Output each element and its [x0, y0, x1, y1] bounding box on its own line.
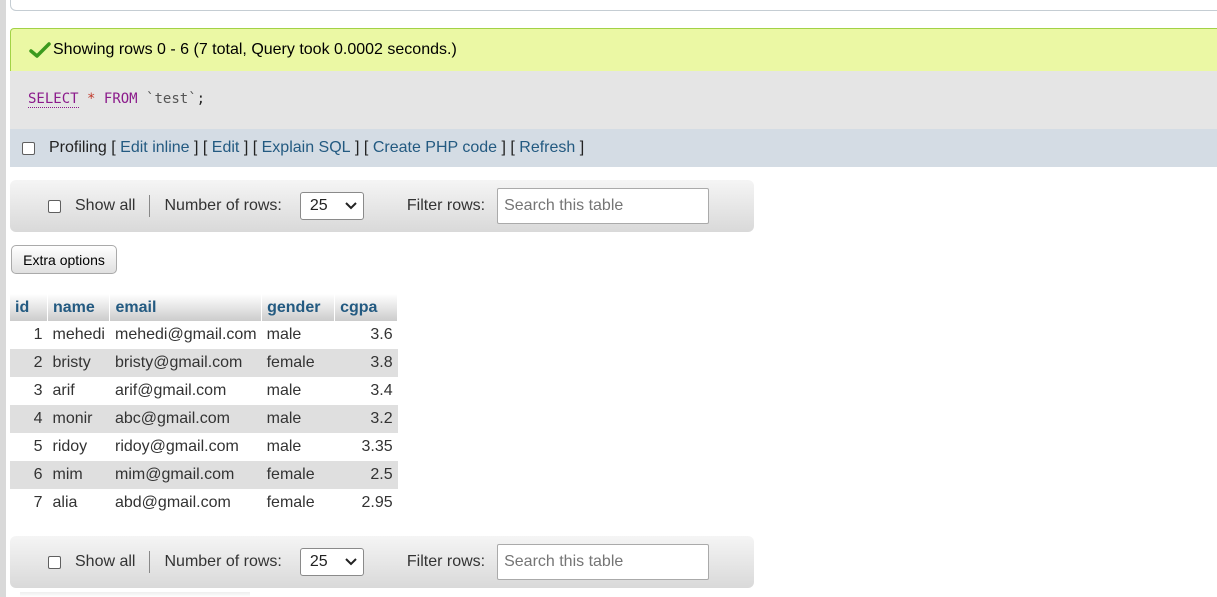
column-header-email[interactable]: email — [109, 294, 263, 321]
chevron-down-icon — [345, 202, 357, 210]
table-row[interactable]: 4 monir abc@gmail.com male 3.2 — [10, 405, 398, 433]
page-left-edge — [0, 0, 6, 597]
cell-id: 7 — [10, 489, 48, 517]
table-navigation-top: Show all Number of rows: 25 Filter rows: — [10, 180, 754, 232]
rows-value: 25 — [309, 197, 328, 214]
rows-value: 25 — [309, 553, 328, 570]
bottom-panel-edge — [20, 592, 250, 597]
chevron-down-icon — [345, 558, 357, 566]
column-header-name[interactable]: name — [47, 294, 111, 321]
cell-name: alia — [47, 489, 110, 517]
divider — [149, 551, 151, 573]
cell-name: arif — [47, 377, 110, 405]
cell-gender: male — [261, 405, 335, 433]
search-input[interactable] — [497, 188, 710, 224]
filter-rows-label: Filter rows: — [406, 197, 486, 214]
cell-gender: female — [261, 349, 335, 377]
table-row[interactable]: 1 mehedi mehedi@gmail.com male 3.6 — [10, 321, 398, 349]
refresh-link[interactable]: Refresh — [519, 139, 575, 157]
cell-cgpa: 2.95 — [334, 489, 398, 517]
sql-query: SELECT * FROM `test`; — [10, 71, 1217, 129]
cell-cgpa: 3.4 — [334, 377, 398, 405]
column-header-gender[interactable]: gender — [261, 294, 336, 321]
number-of-rows-select[interactable]: 25 — [299, 548, 364, 576]
number-of-rows-select[interactable]: 25 — [299, 192, 364, 220]
cell-email: bristy@gmail.com — [109, 349, 262, 377]
cell-id: 1 — [10, 321, 48, 349]
table-row[interactable]: 5 ridoy ridoy@gmail.com male 3.35 — [10, 433, 398, 461]
table-header-row: id name email gender cgpa — [10, 294, 399, 321]
extra-options-button[interactable]: Extra options — [11, 245, 117, 274]
cell-name: ridoy — [47, 433, 110, 461]
cell-cgpa: 3.8 — [334, 349, 398, 377]
cell-gender: male — [261, 377, 335, 405]
sql-table-name: `test` — [146, 91, 197, 107]
cell-email: mim@gmail.com — [109, 461, 262, 489]
edit-link[interactable]: Edit — [212, 139, 240, 157]
cell-name: mim — [47, 461, 110, 489]
search-input[interactable] — [497, 544, 710, 580]
edit-inline-link[interactable]: Edit inline — [120, 139, 189, 157]
divider — [149, 195, 151, 217]
show-all-label: Show all — [75, 553, 136, 570]
show-all-checkbox[interactable] — [48, 199, 61, 213]
cell-email: arif@gmail.com — [109, 377, 262, 405]
results-table: id name email gender cgpa 1 mehedi mehed… — [10, 294, 399, 517]
cell-email: ridoy@gmail.com — [109, 433, 262, 461]
profiling-bar: Profiling [ Edit inline ] [ Edit ] [ Exp… — [10, 129, 1217, 167]
cell-email: abc@gmail.com — [109, 405, 262, 433]
cell-name: mehedi — [47, 321, 110, 349]
success-text: Showing rows 0 - 6 (7 total, Query took … — [53, 41, 457, 58]
previous-panel — [10, 0, 1217, 11]
sql-star: * — [87, 91, 96, 107]
cell-cgpa: 3.6 — [334, 321, 398, 349]
table-row[interactable]: 7 alia abd@gmail.com female 2.95 — [10, 489, 398, 517]
column-header-id[interactable]: id — [10, 294, 48, 321]
cell-gender: female — [261, 461, 335, 489]
sql-from-keyword: FROM — [103, 91, 138, 107]
cell-id: 4 — [10, 405, 48, 433]
cell-id: 2 — [10, 349, 48, 377]
checkmark-icon — [29, 42, 51, 58]
sql-select-keyword[interactable]: SELECT — [28, 91, 79, 108]
table-navigation-bottom: Show all Number of rows: 25 Filter rows: — [10, 536, 754, 588]
create-php-code-link[interactable]: Create PHP code — [373, 139, 497, 157]
cell-gender: male — [261, 321, 335, 349]
profiling-label: Profiling — [49, 139, 107, 156]
table-row[interactable]: 2 bristy bristy@gmail.com female 3.8 — [10, 349, 398, 377]
cell-name: monir — [47, 405, 110, 433]
cell-name: bristy — [47, 349, 110, 377]
cell-gender: female — [261, 489, 335, 517]
cell-cgpa: 3.2 — [334, 405, 398, 433]
cell-gender: male — [261, 433, 335, 461]
column-header-cgpa[interactable]: cgpa — [334, 294, 399, 321]
cell-id: 5 — [10, 433, 48, 461]
sql-semicolon: ; — [196, 91, 206, 107]
cell-id: 6 — [10, 461, 48, 489]
profiling-checkbox[interactable] — [22, 141, 35, 155]
cell-email: mehedi@gmail.com — [109, 321, 262, 349]
success-message: Showing rows 0 - 6 (7 total, Query took … — [10, 28, 1217, 71]
cell-id: 3 — [10, 377, 48, 405]
show-all-checkbox[interactable] — [48, 555, 61, 569]
number-of-rows-label: Number of rows: — [164, 553, 282, 570]
number-of-rows-label: Number of rows: — [164, 197, 282, 214]
table-row[interactable]: 6 mim mim@gmail.com female 2.5 — [10, 461, 398, 489]
show-all-label: Show all — [75, 197, 136, 214]
filter-rows-label: Filter rows: — [406, 553, 486, 570]
cell-cgpa: 2.5 — [334, 461, 398, 489]
cell-cgpa: 3.35 — [334, 433, 398, 461]
explain-sql-link[interactable]: Explain SQL — [262, 139, 351, 157]
cell-email: abd@gmail.com — [109, 489, 262, 517]
table-row[interactable]: 3 arif arif@gmail.com male 3.4 — [10, 377, 398, 405]
